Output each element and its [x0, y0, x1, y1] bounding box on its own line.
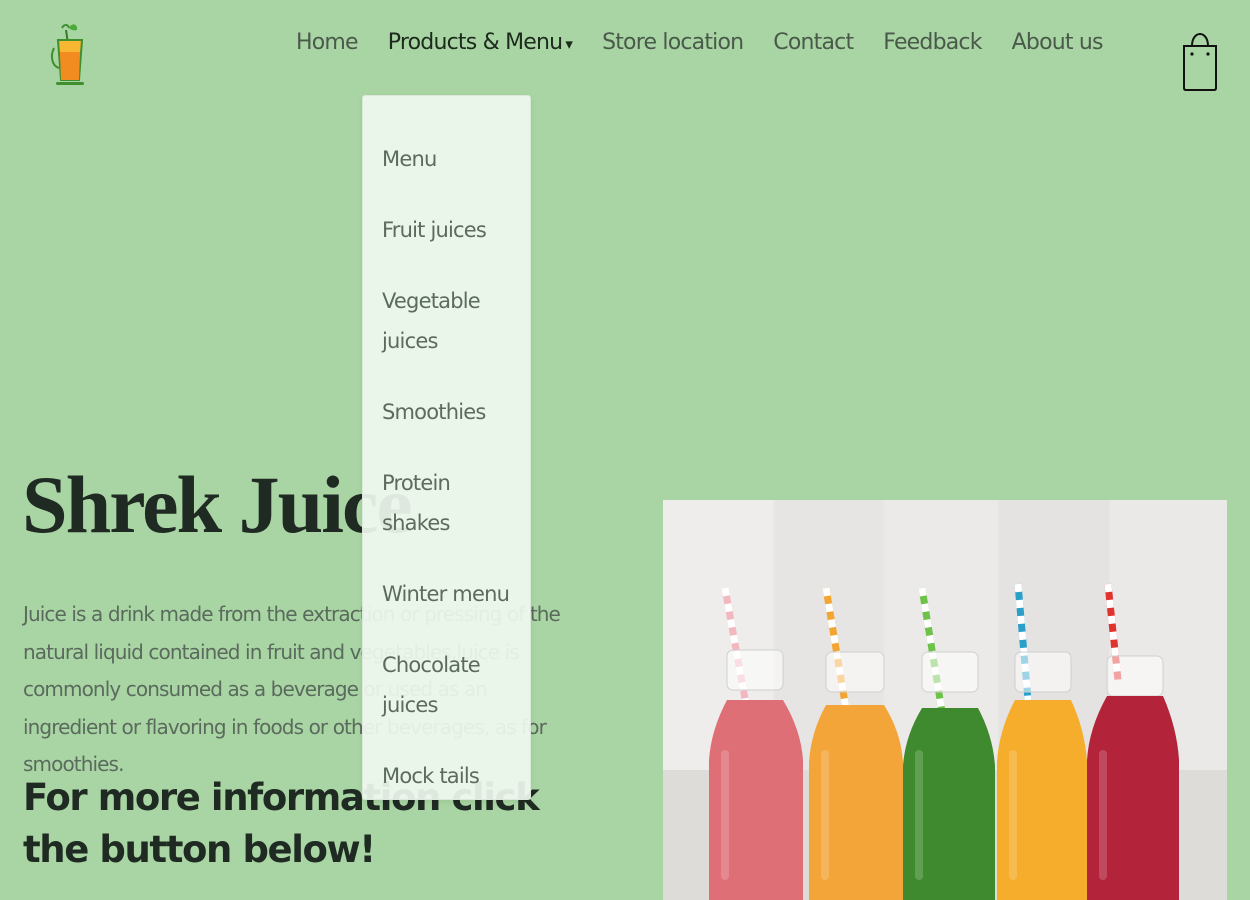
- nav-store-location[interactable]: Store location: [602, 30, 744, 55]
- juice-glass-logo-icon[interactable]: [48, 22, 92, 88]
- nav-products-menu-label: Products & Menu: [387, 30, 563, 55]
- dropdown-item-mock-tails[interactable]: Mock tails: [382, 756, 520, 796]
- hero-title: Shrek Juice: [22, 459, 413, 550]
- nav-home[interactable]: Home: [296, 30, 359, 55]
- nav-contact[interactable]: Contact: [773, 30, 854, 55]
- dropdown-item-protein-shakes[interactable]: Protein shakes: [382, 463, 520, 543]
- nav-about-us[interactable]: About us: [1012, 30, 1104, 55]
- dropdown-item-vegetable-juices[interactable]: Vegetable juices: [382, 281, 520, 361]
- dropdown-list: Menu Fruit juices Vegetable juices Smoot…: [363, 96, 530, 796]
- dropdown-item-fruit-juices[interactable]: Fruit juices: [382, 210, 520, 250]
- products-menu-dropdown: Menu Fruit juices Vegetable juices Smoot…: [362, 95, 531, 800]
- dropdown-item-chocolate-juices[interactable]: Chocolate juices: [382, 645, 520, 725]
- nav-products-menu[interactable]: Products & Menu ▾: [387, 30, 573, 55]
- dropdown-item-winter-menu[interactable]: Winter menu: [382, 574, 520, 614]
- dropdown-item-smoothies[interactable]: Smoothies: [382, 392, 520, 432]
- page: Home Products & Menu ▾ Store location Con…: [0, 0, 1250, 900]
- chevron-down-icon: ▾: [565, 35, 573, 53]
- main-nav: Home Products & Menu ▾ Store location Con…: [296, 30, 1104, 55]
- juice-bottles-photo: [663, 500, 1227, 900]
- dropdown-item-menu[interactable]: Menu: [382, 139, 520, 179]
- shopping-bag-icon[interactable]: [1180, 26, 1220, 92]
- nav-feedback[interactable]: Feedback: [883, 30, 982, 55]
